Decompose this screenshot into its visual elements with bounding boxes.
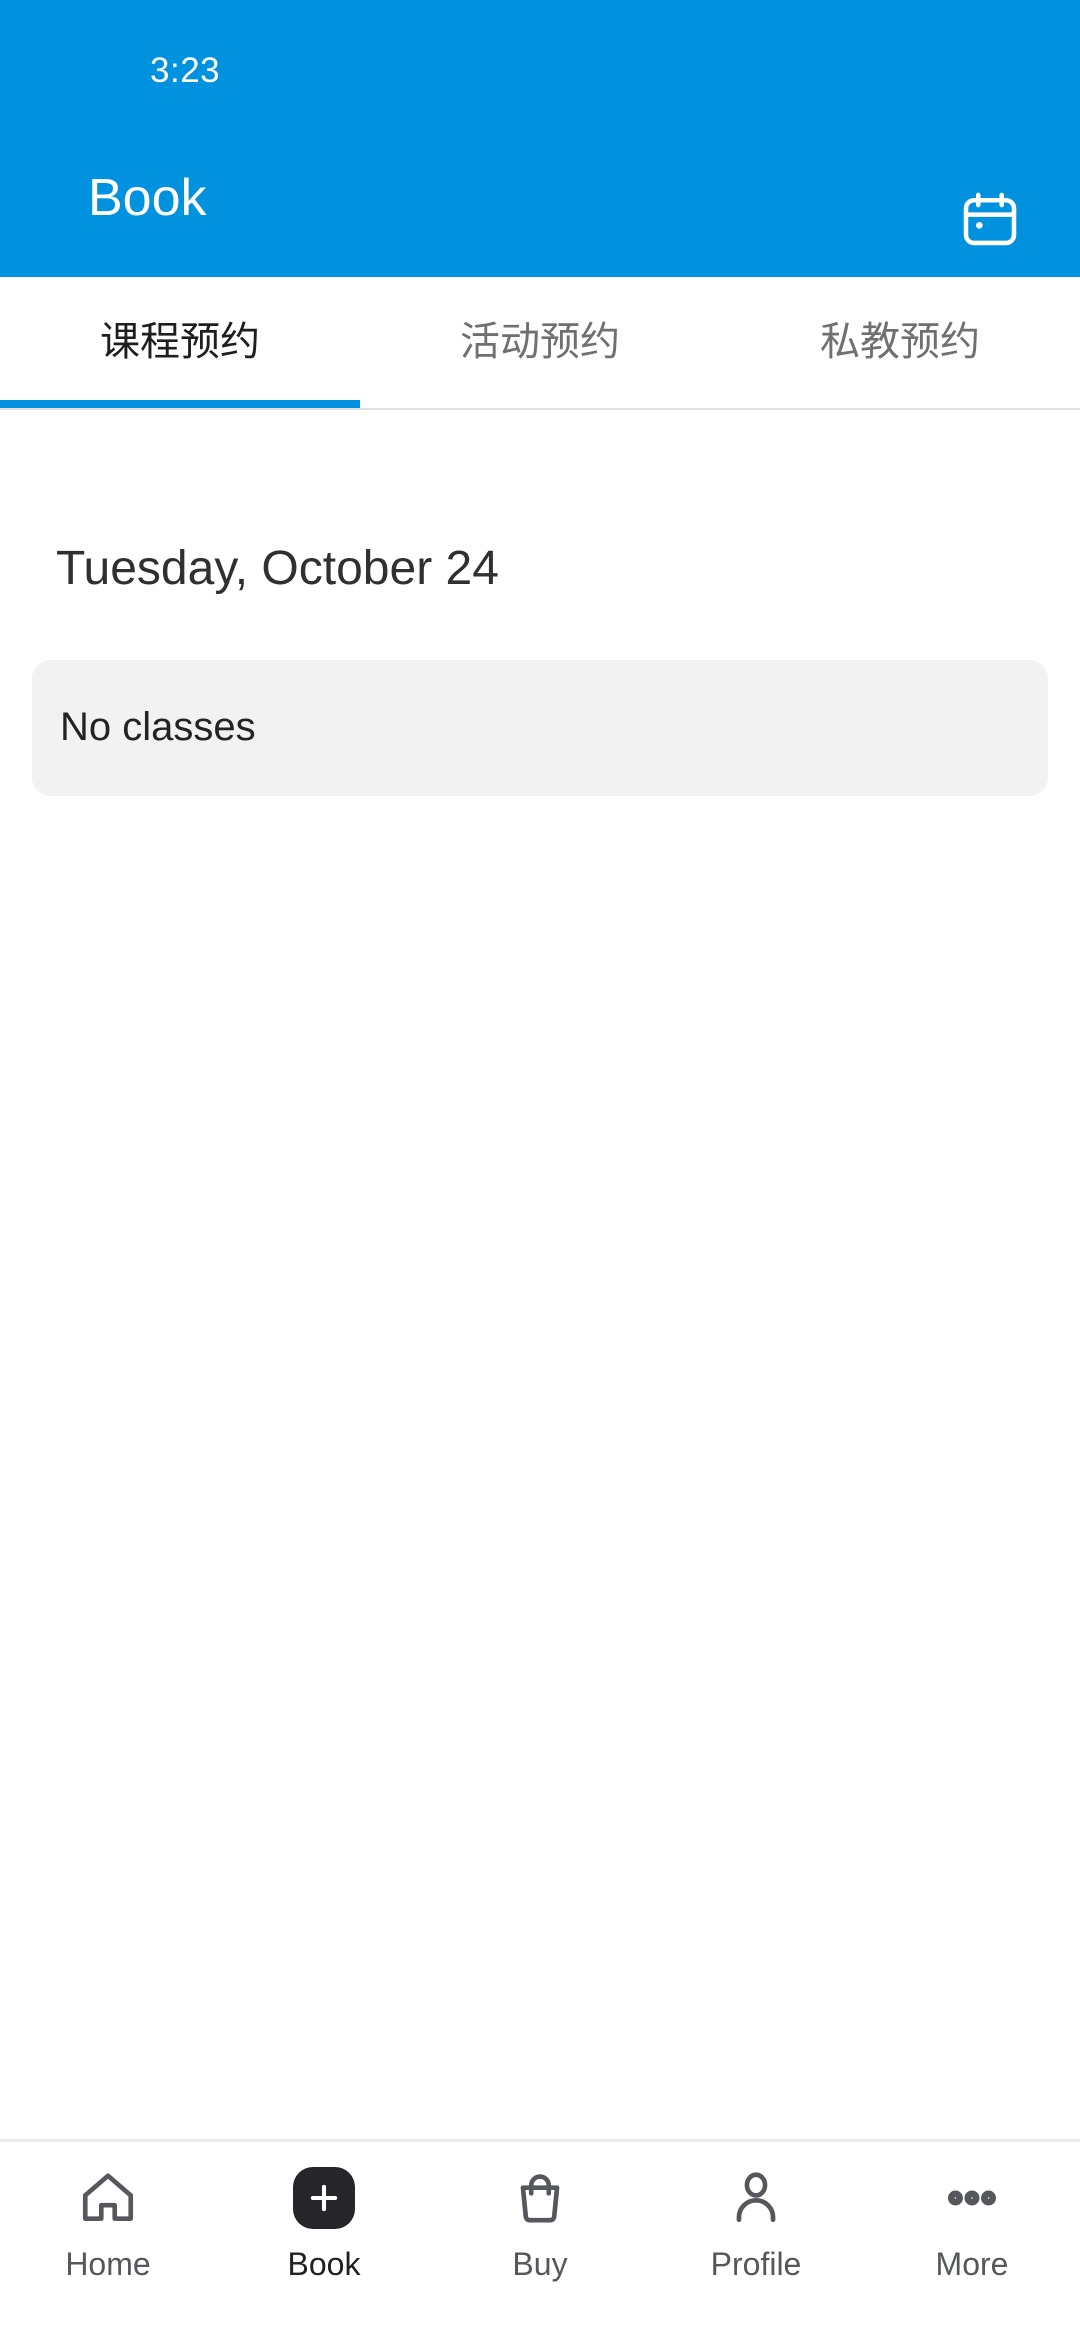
book-active-badge: [293, 2167, 355, 2229]
tab-course-booking[interactable]: 课程预约: [0, 277, 360, 408]
calendar-button[interactable]: [940, 172, 1040, 272]
nav-item-profile[interactable]: Profile: [648, 2160, 864, 2310]
nav-label: Buy: [512, 2246, 568, 2282]
tab-label: 活动预约: [460, 320, 620, 364]
app-root: 3:23 Book 课程预约 活动预约 私教预约 Tuesday, Octobe…: [0, 0, 1080, 2340]
more-dots-icon: [934, 2160, 1010, 2236]
nav-item-home[interactable]: Home: [0, 2160, 216, 2310]
active-tab-indicator: [0, 400, 360, 408]
nav-label: More: [935, 2246, 1009, 2282]
empty-state-card: No classes: [32, 660, 1048, 796]
bottom-navigation: Home Book Buy Profile More: [0, 2139, 1080, 2340]
tab-label: 私教预约: [820, 320, 980, 364]
person-icon: [718, 2160, 794, 2236]
nav-label: Book: [287, 2246, 361, 2282]
nav-label: Home: [65, 2246, 151, 2282]
plus-icon: [286, 2160, 362, 2236]
status-bar-clock: 3:23: [150, 51, 221, 90]
status-bar: 3:23: [0, 0, 1080, 120]
nav-item-book[interactable]: Book: [216, 2160, 432, 2310]
calendar-icon: [958, 188, 1022, 257]
date-heading: Tuesday, October 24: [56, 542, 499, 595]
empty-state-label: No classes: [60, 705, 256, 749]
tab-label: 课程预约: [100, 320, 260, 364]
tab-activity-booking[interactable]: 活动预约: [360, 277, 720, 408]
bag-icon: [502, 2160, 578, 2236]
nav-item-buy[interactable]: Buy: [432, 2160, 648, 2310]
nav-item-more[interactable]: More: [864, 2160, 1080, 2310]
page-title: Book: [88, 169, 207, 227]
app-bar: Book: [0, 120, 1080, 277]
home-icon: [70, 2160, 146, 2236]
nav-label: Profile: [710, 2246, 802, 2282]
tab-bar: 课程预约 活动预约 私教预约: [0, 277, 1080, 410]
tab-personal-training-booking[interactable]: 私教预约: [720, 277, 1080, 408]
app-header: 3:23 Book: [0, 0, 1080, 277]
